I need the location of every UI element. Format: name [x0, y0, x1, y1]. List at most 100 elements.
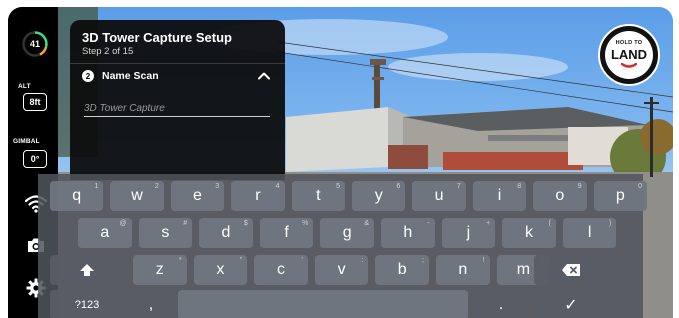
key-hint: ; — [422, 257, 424, 264]
key-hint: & — [364, 220, 369, 227]
space-key[interactable] — [178, 290, 468, 318]
key-label: j — [466, 224, 471, 241]
key-label: v — [337, 261, 346, 278]
key-label: z — [155, 261, 164, 278]
key-label: a — [100, 224, 110, 241]
key-label: f — [284, 224, 289, 241]
key-label: o — [555, 187, 565, 204]
gimbal-value: 0° — [23, 150, 47, 168]
key-label: x — [216, 261, 225, 278]
key-label: m — [516, 261, 531, 278]
altitude-value: 8ft — [23, 93, 47, 111]
key-h[interactable]: -h — [381, 218, 435, 248]
key-label: r — [255, 187, 261, 204]
key-hint: " — [239, 257, 243, 264]
key-r[interactable]: 4r — [231, 181, 285, 211]
backspace-icon — [562, 264, 580, 276]
key-y[interactable]: 6y — [352, 181, 406, 211]
land-arc-icon — [621, 63, 637, 68]
key-hint: 2 — [154, 183, 159, 190]
key-v[interactable]: :v — [314, 255, 369, 285]
setup-step-counter: Step 2 of 15 — [82, 46, 134, 57]
shift-arrow-icon — [80, 264, 94, 276]
hold-to-land-button[interactable]: HOLD TO LAND — [598, 24, 660, 86]
key-label: d — [221, 224, 231, 241]
key-hint: 8 — [517, 183, 522, 190]
key-hint: * — [178, 257, 182, 264]
key-a[interactable]: @ a — [78, 218, 132, 248]
key-label: y — [374, 187, 383, 204]
key-label: n — [458, 261, 468, 278]
battery-level: 41 — [29, 39, 40, 49]
done-key[interactable]: ✓ — [534, 290, 608, 318]
key-label: e — [193, 187, 202, 204]
key-hint: 9 — [577, 183, 582, 190]
key-hint: 4 — [275, 183, 280, 190]
backspace-key[interactable] — [534, 255, 608, 285]
key-j[interactable]: + j — [441, 218, 496, 248]
key-g[interactable]: & g — [320, 218, 374, 248]
key-t[interactable]: 5t — [291, 181, 345, 211]
key-label: c — [276, 261, 285, 278]
period-key[interactable]: . — [474, 290, 528, 318]
key-hint: # — [183, 220, 188, 227]
land-big-label: LAND — [610, 47, 648, 62]
key-p[interactable]: 0p — [593, 181, 647, 211]
key-hint: ! — [482, 257, 485, 264]
key-i[interactable]: 8i — [472, 181, 527, 211]
key-label: u — [434, 187, 444, 204]
key-u[interactable]: 7u — [412, 181, 466, 211]
key-label: q — [72, 187, 82, 204]
shift-key[interactable] — [50, 255, 124, 285]
key-z[interactable]: * z — [133, 255, 187, 285]
panel-divider — [70, 63, 285, 64]
key-label: w — [131, 187, 143, 204]
land-button-face: HOLD TO LAND — [605, 31, 653, 79]
key-hint: % — [302, 220, 309, 227]
key-label: t — [316, 187, 321, 204]
key-n[interactable]: ! n — [436, 255, 490, 285]
key-w[interactable]: 2w — [110, 181, 164, 211]
scan-name-input[interactable] — [84, 100, 270, 117]
key-hint: ( — [548, 220, 551, 227]
symbols-key[interactable]: ?123 — [50, 290, 124, 318]
key-c[interactable]: ' c — [254, 255, 308, 285]
key-b[interactable]: ; b — [375, 255, 429, 285]
key-o[interactable]: 9o — [533, 181, 587, 211]
key-label: l — [587, 224, 592, 241]
key-q[interactable]: 1q — [50, 181, 104, 211]
key-label: i — [497, 187, 502, 204]
key-k[interactable]: (k — [502, 218, 556, 248]
key-label: b — [397, 261, 407, 278]
land-small-label: HOLD TO — [615, 40, 643, 46]
key-label: g — [342, 224, 352, 241]
key-hint: 1 — [94, 183, 99, 190]
section-title[interactable]: Name Scan — [102, 70, 159, 82]
key-hint: 0 — [638, 183, 642, 190]
comma-key[interactable]: , — [130, 290, 172, 318]
setup-title: 3D Tower Capture Setup — [82, 30, 233, 45]
key-hint: @ — [119, 220, 127, 227]
key-label: k — [524, 224, 533, 241]
chevron-up-icon[interactable] — [257, 69, 271, 83]
key-x[interactable]: " x — [193, 255, 248, 285]
key-label: s — [161, 224, 170, 241]
key-hint: ' — [301, 257, 303, 264]
key-hint: 3 — [215, 183, 220, 190]
key-e[interactable]: 3e — [170, 181, 225, 211]
key-s[interactable]: # s — [138, 218, 193, 248]
key-hint: ) — [609, 220, 612, 227]
key-d[interactable]: $ d — [199, 218, 253, 248]
key-hint: 7 — [456, 183, 461, 190]
key-hint: : — [361, 257, 364, 264]
altitude-label: ALT — [18, 83, 31, 90]
setup-panel: 3D Tower Capture Setup Step 2 of 15 2 Na… — [70, 20, 285, 180]
gimbal-label: GIMBAL — [13, 138, 40, 145]
key-hint: 6 — [396, 183, 401, 190]
section-number-badge: 2 — [82, 70, 94, 82]
key-l[interactable]: ) l — [562, 218, 617, 248]
on-screen-keyboard: 1q2w3e4r5t6y7u8i9o0p @ a # s $ d% f & g - h + j(k) l … — [38, 174, 647, 318]
key-hint: $ — [243, 220, 248, 227]
key-hint: - — [427, 220, 430, 227]
key-f[interactable]: % f — [259, 218, 314, 248]
